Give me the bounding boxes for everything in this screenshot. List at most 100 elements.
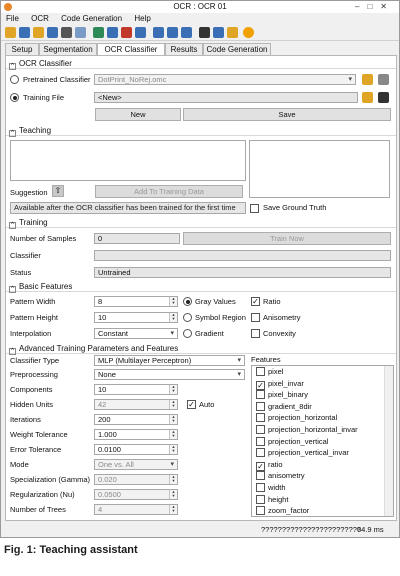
collapse-icon[interactable]: ^ (9, 130, 16, 137)
symbol-region-radio[interactable] (183, 313, 192, 322)
window-controls[interactable]: –□✕ (355, 1, 395, 13)
regularization-spinbox[interactable]: 0.0500 ▲ ▼ (94, 489, 178, 500)
section-advanced[interactable]: ^ Advanced Training Parameters and Featur… (6, 344, 396, 355)
save-ground-truth-checkbox[interactable] (250, 204, 259, 213)
training-file-radio[interactable] (10, 93, 19, 102)
feature-item[interactable]: ✓ pixel_invar (252, 378, 393, 390)
iterations-spinbox[interactable]: 200 ▲ ▼ (94, 414, 178, 425)
pen-icon[interactable] (107, 27, 118, 38)
auto-checkbox[interactable]: ✓ (187, 400, 196, 409)
feature-item[interactable]: width (252, 482, 393, 494)
image-icon[interactable] (227, 27, 238, 38)
menu-file[interactable]: File (1, 13, 24, 25)
feature-item[interactable]: projection_horizontal (252, 412, 393, 424)
menu-code-generation[interactable]: Code Generation (56, 13, 127, 25)
feature-checkbox[interactable]: ✓ (256, 461, 265, 471)
train-now-button[interactable]: Train Now (183, 232, 391, 245)
anisometry-checkbox[interactable] (251, 313, 260, 322)
feature-checkbox[interactable] (256, 390, 265, 400)
specialization-spinbox[interactable]: 0.020 ▲ ▼ (94, 474, 178, 485)
menu-help[interactable]: Help (129, 13, 155, 25)
tab-segmentation[interactable]: Segmentation (39, 43, 97, 55)
teaching-preview-view[interactable] (249, 140, 390, 198)
align-left-icon[interactable] (153, 27, 164, 38)
collapse-icon[interactable]: ^ (9, 348, 16, 355)
grid-icon[interactable] (75, 27, 86, 38)
spinner-arrows-icon[interactable]: ▲ ▼ (169, 475, 177, 484)
features-scrollbar[interactable] (384, 366, 393, 516)
feature-checkbox[interactable] (256, 367, 265, 376)
font-settings-icon[interactable] (378, 92, 389, 103)
feature-item[interactable]: anisometry (252, 470, 393, 482)
feature-checkbox[interactable] (256, 482, 265, 492)
feature-checkbox[interactable] (256, 401, 265, 411)
preprocessing-select[interactable]: None (94, 369, 245, 380)
feature-checkbox[interactable] (256, 506, 265, 516)
spinner-arrows-icon[interactable]: ▲ ▼ (169, 313, 177, 322)
spinner-arrows-icon[interactable]: ▲ ▼ (169, 400, 177, 409)
feature-item[interactable]: ✓ ratio (252, 459, 393, 471)
mode-select[interactable]: One vs. All (94, 459, 178, 470)
feature-checkbox[interactable] (256, 436, 265, 446)
draw-icon[interactable] (93, 27, 104, 38)
spinner-arrows-icon[interactable]: ▲ ▼ (169, 505, 177, 514)
feature-checkbox[interactable] (256, 424, 265, 434)
search-icon[interactable] (378, 74, 389, 85)
collapse-icon[interactable]: ^ (9, 222, 16, 229)
pretrained-select[interactable]: DotPrint_NoRej.omc (94, 74, 356, 85)
camera-icon[interactable] (61, 27, 72, 38)
feature-item[interactable]: pixel (252, 366, 393, 378)
spinner-arrows-icon[interactable]: ▲ ▼ (169, 430, 177, 439)
save-button[interactable]: Save (183, 108, 391, 121)
ratio-checkbox[interactable]: ✓ (251, 297, 260, 306)
collapse-icon[interactable]: ^ (9, 286, 16, 293)
open-folder-icon[interactable] (5, 27, 16, 38)
teaching-image-view[interactable] (10, 140, 246, 181)
feature-checkbox[interactable] (256, 413, 265, 423)
new-button[interactable]: New (95, 108, 181, 121)
align-right-icon[interactable] (181, 27, 192, 38)
section-teaching[interactable]: ^ Teaching (6, 126, 396, 137)
interpolation-select[interactable]: Constant (94, 328, 178, 339)
add-to-training-button[interactable]: Add To Training Data (95, 185, 243, 198)
font-icon[interactable] (199, 27, 210, 38)
open-folder-icon[interactable] (362, 74, 373, 85)
hidden-units-spinbox[interactable]: 42 ▲ ▼ (94, 399, 178, 410)
number-of-trees-spinbox[interactable]: 4 ▲ ▼ (94, 504, 178, 515)
feature-item[interactable]: pixel_binary (252, 389, 393, 401)
up-arrow-icon[interactable]: ⇧ (52, 185, 64, 197)
components-spinbox[interactable]: 10 ▲ ▼ (94, 384, 178, 395)
pretrained-radio[interactable] (10, 75, 19, 84)
feature-item[interactable]: zoom_factor (252, 505, 393, 516)
feature-item[interactable]: gradient_8dir (252, 401, 393, 413)
edit-icon[interactable] (121, 27, 132, 38)
spinner-arrows-icon[interactable]: ▲ ▼ (169, 445, 177, 454)
collapse-icon[interactable]: ^ (9, 63, 16, 70)
tab-results[interactable]: Results (165, 43, 203, 55)
feature-item[interactable]: height (252, 494, 393, 506)
tab-code-generation[interactable]: Code Generation (203, 43, 271, 55)
convexity-checkbox[interactable] (251, 329, 260, 338)
spinner-arrows-icon[interactable]: ▲ ▼ (169, 385, 177, 394)
feature-checkbox[interactable] (256, 471, 265, 481)
help-icon[interactable] (243, 27, 254, 38)
spinner-arrows-icon[interactable]: ▲ ▼ (169, 415, 177, 424)
weight-tolerance-spinbox[interactable]: 1.000 ▲ ▼ (94, 429, 178, 440)
spinner-arrows-icon[interactable]: ▲ ▼ (169, 490, 177, 499)
align-center-icon[interactable] (167, 27, 178, 38)
polygon-icon[interactable] (135, 27, 146, 38)
features-list[interactable]: pixel ✓ pixel_invar pixel_binary gradient_8d… (251, 365, 394, 517)
tab-setup[interactable]: Setup (5, 43, 39, 55)
save-image-icon[interactable] (47, 27, 58, 38)
feature-item[interactable]: projection_horizontal_invar (252, 424, 393, 436)
pattern-width-spinbox[interactable]: 8 ▲ ▼ (94, 296, 178, 307)
feature-checkbox[interactable]: ✓ (256, 380, 265, 390)
section-ocr-classifier[interactable]: ^ OCR Classifier (6, 59, 396, 70)
gray-values-radio[interactable] (183, 297, 192, 306)
feature-checkbox[interactable] (256, 448, 265, 458)
save-icon[interactable] (19, 27, 30, 38)
spinner-arrows-icon[interactable]: ▲ ▼ (169, 297, 177, 306)
section-training[interactable]: ^ Training (6, 218, 396, 229)
open-image-icon[interactable] (33, 27, 44, 38)
menu-ocr[interactable]: OCR (26, 13, 54, 25)
